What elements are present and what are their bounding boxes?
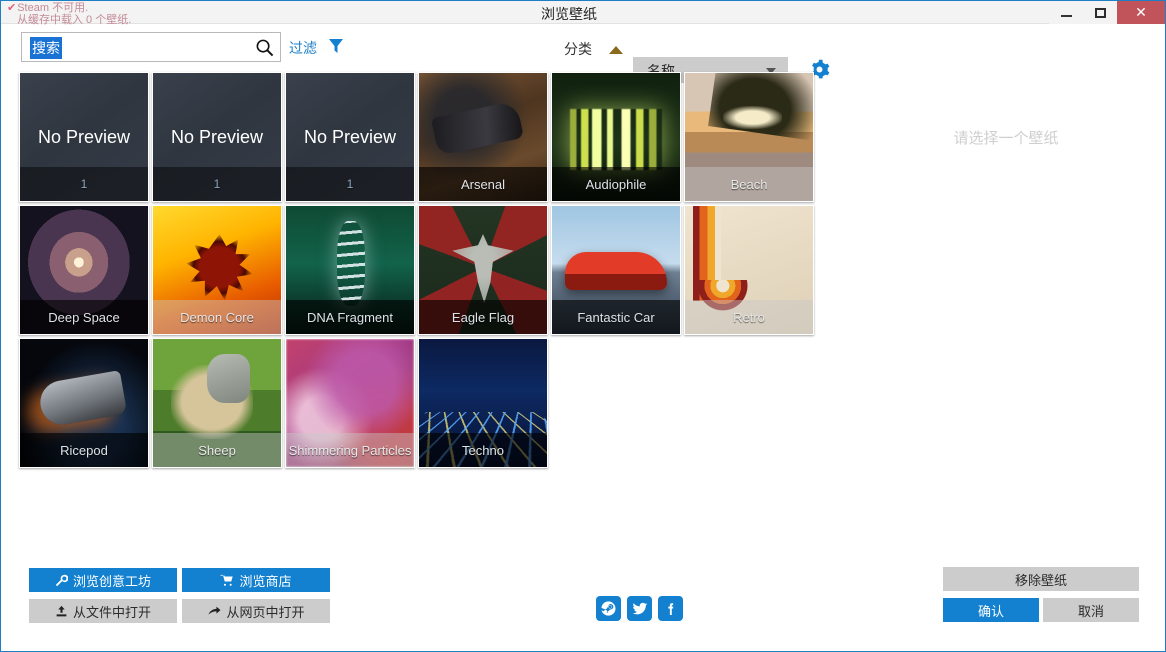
check-icon: ✔ <box>7 2 16 14</box>
wallpaper-tile[interactable]: No Preview 1 <box>285 72 415 202</box>
upload-icon <box>55 605 68 618</box>
wallpaper-tile[interactable]: DNA Fragment <box>285 205 415 335</box>
minimize-button[interactable] <box>1049 1 1083 24</box>
wallpaper-tile-caption: DNA Fragment <box>286 300 414 334</box>
title-bar: 浏览壁纸 ✕ <box>1 1 1165 24</box>
status-line-1: Steam 不可用. <box>17 2 88 14</box>
open-from-file-label: 从文件中打开 <box>73 602 151 621</box>
wallpaper-tile-caption: 1 <box>20 167 148 201</box>
steam-icon[interactable] <box>596 596 621 621</box>
open-from-web-label: 从网页中打开 <box>226 602 304 621</box>
wallpaper-tile[interactable]: Shimmering Particles <box>285 338 415 468</box>
wallpaper-tile[interactable]: Retro <box>684 205 814 335</box>
wallpaper-tile-caption: Ricepod <box>20 433 148 467</box>
search-input[interactable]: 搜索 <box>30 37 62 59</box>
sort-label[interactable]: 分类 <box>564 39 592 59</box>
status-line-2: 从缓存中载入 0 个壁纸. <box>17 14 131 26</box>
filter-icon[interactable] <box>328 38 344 54</box>
browse-workshop-button[interactable]: 浏览创意工坊 <box>29 568 177 592</box>
facebook-icon[interactable] <box>658 596 683 621</box>
maximize-button[interactable] <box>1083 1 1117 24</box>
window-controls: ✕ <box>1049 1 1165 24</box>
social-links <box>596 596 683 621</box>
browse-store-label: 浏览商店 <box>239 571 291 590</box>
confirm-label: 确认 <box>978 601 1004 620</box>
wallpaper-tile[interactable]: Beach <box>684 72 814 202</box>
wallpaper-tile-caption: 1 <box>286 167 414 201</box>
wallpaper-tile-caption: Demon Core <box>153 300 281 334</box>
steam-status-text: ✔Steam 不可用. 从缓存中载入 0 个壁纸. <box>7 2 131 26</box>
cancel-label: 取消 <box>1078 601 1104 620</box>
preview-empty-hint: 请选择一个壁纸 <box>856 127 1156 148</box>
wallpaper-tile[interactable]: Arsenal <box>418 72 548 202</box>
wallpaper-tile[interactable]: No Preview 1 <box>152 72 282 202</box>
twitter-icon[interactable] <box>627 596 652 621</box>
wrench-icon <box>55 574 68 587</box>
close-button[interactable]: ✕ <box>1117 1 1165 24</box>
wallpaper-tile[interactable]: Ricepod <box>19 338 149 468</box>
wallpaper-tile-caption: Arsenal <box>419 167 547 201</box>
minimize-icon <box>1061 15 1072 17</box>
wallpaper-tile[interactable]: Demon Core <box>152 205 282 335</box>
wallpaper-tile[interactable]: Sheep <box>152 338 282 468</box>
wallpaper-tile[interactable]: No Preview 1 <box>19 72 149 202</box>
remove-wallpaper-button[interactable]: 移除壁纸 <box>943 567 1139 591</box>
search-box[interactable]: 搜索 <box>21 32 281 62</box>
search-icon[interactable] <box>255 38 274 57</box>
wallpaper-tile-caption: Fantastic Car <box>552 300 680 334</box>
wallpaper-tile-caption: Retro <box>685 300 813 334</box>
browse-store-button[interactable]: 浏览商店 <box>182 568 330 592</box>
browse-wallpaper-window: 浏览壁纸 ✕ ✔Steam 不可用. 从缓存中载入 0 个壁纸. 搜索 过滤 <box>0 0 1166 652</box>
wallpaper-tile-caption: Audiophile <box>552 167 680 201</box>
wallpaper-tile-caption: 1 <box>153 167 281 201</box>
arrow-right-icon <box>207 605 221 618</box>
wallpaper-tile-caption: Eagle Flag <box>419 300 547 334</box>
confirm-button[interactable]: 确认 <box>943 598 1039 622</box>
wallpaper-tile-caption: Beach <box>685 167 813 201</box>
cancel-button[interactable]: 取消 <box>1043 598 1139 622</box>
wallpaper-tile-caption: Techno <box>419 433 547 467</box>
window-title: 浏览壁纸 <box>541 4 741 24</box>
wallpaper-tile-caption: Sheep <box>153 433 281 467</box>
no-preview-label: No Preview <box>286 127 414 148</box>
no-preview-label: No Preview <box>153 127 281 148</box>
wallpaper-tile[interactable]: Techno <box>418 338 548 468</box>
wallpaper-tile[interactable]: Eagle Flag <box>418 205 548 335</box>
maximize-icon <box>1095 8 1106 18</box>
browse-workshop-label: 浏览创意工坊 <box>73 571 151 590</box>
wallpaper-tile[interactable]: Audiophile <box>551 72 681 202</box>
wallpaper-tile[interactable]: Deep Space <box>19 205 149 335</box>
wallpaper-tile[interactable]: Fantastic Car <box>551 205 681 335</box>
no-preview-label: No Preview <box>20 127 148 148</box>
toolbar: 搜索 过滤 分类 名称 <box>1 24 1165 68</box>
cart-icon <box>220 574 234 587</box>
filter-label[interactable]: 过滤 <box>289 38 317 58</box>
wallpaper-tile-caption: Deep Space <box>20 300 148 334</box>
sort-ascending-icon[interactable] <box>609 46 623 54</box>
open-from-web-button[interactable]: 从网页中打开 <box>182 599 330 623</box>
wallpaper-tile-caption: Shimmering Particles <box>286 433 414 467</box>
remove-wallpaper-label: 移除壁纸 <box>1015 570 1067 589</box>
open-from-file-button[interactable]: 从文件中打开 <box>29 599 177 623</box>
